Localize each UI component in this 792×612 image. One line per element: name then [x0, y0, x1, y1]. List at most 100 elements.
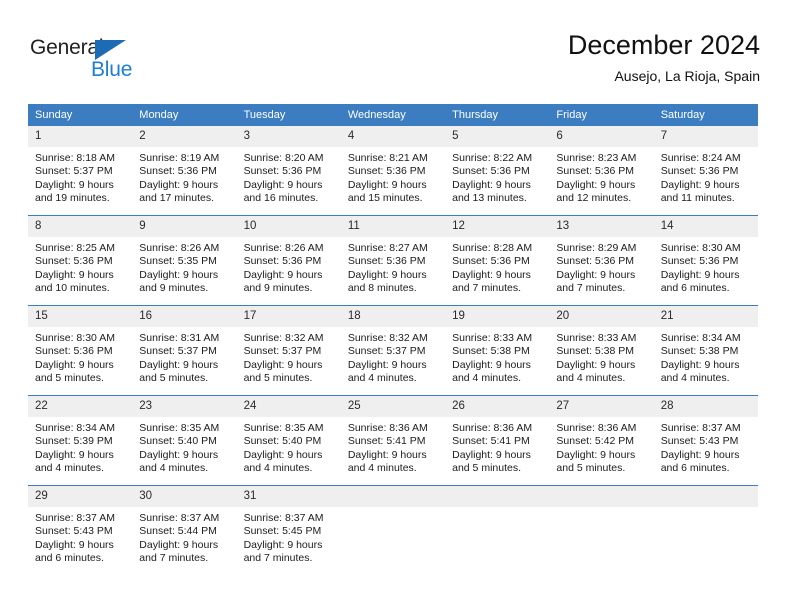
day-cell-empty: [653, 485, 758, 575]
sunrise-text: Sunrise: 8:29 AM: [556, 242, 637, 254]
day-cell[interactable]: 31 Sunrise: 8:37 AM Sunset: 5:45 PM Dayligh…: [236, 485, 341, 575]
daylight-text-line1: Daylight: 9 hours: [347, 358, 427, 371]
day-details: [654, 507, 758, 575]
weekday-header-tuesday: Tuesday: [236, 104, 341, 126]
calendar-header-row: Sunday Monday Tuesday Wednesday Thursday…: [28, 104, 758, 126]
day-number: 3: [236, 126, 341, 147]
day-cell[interactable]: 18 Sunrise: 8:32 AM Sunset: 5:37 PM Dayligh…: [340, 305, 446, 396]
daylight-text-line1: Daylight: 9 hours: [139, 178, 219, 191]
day-cell[interactable]: 10 Sunrise: 8:26 AM Sunset: 5:36 PM Dayligh…: [236, 215, 341, 306]
daylight-text-line1: Daylight: 9 hours: [139, 538, 219, 551]
day-cell[interactable]: 5 Sunrise: 8:22 AM Sunset: 5:36 PM Daylight…: [445, 126, 550, 216]
sunset-text: Sunset: 5:42 PM: [556, 435, 635, 448]
daylight-text-line2: and 4 minutes.: [347, 462, 417, 475]
general-blue-logo[interactable]: General Blue: [30, 36, 230, 94]
day-cell[interactable]: 24 Sunrise: 8:35 AM Sunset: 5:40 PM Dayligh…: [236, 395, 341, 486]
day-cell[interactable]: 22 Sunrise: 8:34 AM Sunset: 5:39 PM Dayligh…: [28, 395, 133, 486]
daylight-text-line1: Daylight: 9 hours: [556, 268, 636, 281]
day-cell[interactable]: 3 Sunrise: 8:20 AM Sunset: 5:36 PM Daylight…: [236, 126, 341, 216]
day-details: Sunrise: 8:23 AM Sunset: 5:36 PM Daylight:…: [549, 147, 653, 215]
day-number: 15: [28, 306, 133, 327]
calendar-body: 1 Sunrise: 8:18 AM Sunset: 5:37 PM Daylight…: [28, 126, 758, 575]
day-cell[interactable]: 2 Sunrise: 8:19 AM Sunset: 5:36 PM Daylight…: [132, 126, 237, 216]
daylight-text-line2: and 5 minutes.: [139, 372, 209, 385]
day-cell[interactable]: 29 Sunrise: 8:37 AM Sunset: 5:43 PM Dayligh…: [28, 485, 133, 575]
day-cell[interactable]: 11 Sunrise: 8:27 AM Sunset: 5:36 PM Dayligh…: [340, 215, 446, 306]
day-cell[interactable]: 21 Sunrise: 8:34 AM Sunset: 5:38 PM Dayligh…: [653, 305, 758, 396]
day-cell[interactable]: 8 Sunrise: 8:25 AM Sunset: 5:36 PM Daylight…: [28, 215, 133, 306]
day-cell[interactable]: 12 Sunrise: 8:28 AM Sunset: 5:36 PM Dayligh…: [445, 215, 550, 306]
daylight-text-line1: Daylight: 9 hours: [35, 358, 114, 371]
day-cell[interactable]: 6 Sunrise: 8:23 AM Sunset: 5:36 PM Daylight…: [549, 126, 654, 216]
day-details: Sunrise: 8:37 AM Sunset: 5:45 PM Daylight:…: [237, 507, 341, 575]
daylight-text-line1: Daylight: 9 hours: [243, 448, 323, 461]
sunset-text: Sunset: 5:37 PM: [139, 345, 217, 358]
sunset-text: Sunset: 5:38 PM: [556, 345, 635, 358]
sunset-text: Sunset: 5:36 PM: [347, 165, 426, 178]
daylight-text-line2: and 10 minutes.: [35, 282, 110, 295]
day-cell[interactable]: 1 Sunrise: 8:18 AM Sunset: 5:37 PM Daylight…: [28, 126, 133, 216]
calendar-page: General Blue December 2024 Ausejo, La Ri…: [0, 0, 792, 612]
day-number: 27: [549, 396, 654, 417]
sunset-text: Sunset: 5:41 PM: [347, 435, 426, 448]
day-details: [445, 507, 549, 575]
sunrise-text: Sunrise: 8:26 AM: [139, 242, 220, 254]
day-details: Sunrise: 8:34 AM Sunset: 5:39 PM Daylight:…: [28, 417, 132, 485]
day-number: 20: [549, 306, 654, 327]
day-cell[interactable]: 16 Sunrise: 8:31 AM Sunset: 5:37 PM Dayligh…: [132, 305, 237, 396]
day-cell[interactable]: 28 Sunrise: 8:37 AM Sunset: 5:43 PM Dayligh…: [653, 395, 758, 486]
daylight-text-line2: and 6 minutes.: [35, 552, 104, 565]
daylight-text-line1: Daylight: 9 hours: [243, 358, 323, 371]
weekday-header-monday: Monday: [132, 104, 237, 126]
sunrise-text: Sunrise: 8:37 AM: [243, 512, 324, 524]
sunset-text: Sunset: 5:36 PM: [243, 255, 322, 268]
sunrise-text: Sunrise: 8:26 AM: [243, 242, 324, 254]
sunrise-text: Sunrise: 8:25 AM: [35, 242, 115, 254]
sunset-text: Sunset: 5:37 PM: [243, 345, 322, 358]
daylight-text-line2: and 16 minutes.: [243, 192, 319, 205]
day-number: 23: [132, 396, 237, 417]
day-number: 11: [340, 216, 446, 237]
day-number: 16: [132, 306, 237, 327]
daylight-text-line2: and 6 minutes.: [660, 282, 730, 295]
day-cell[interactable]: 27 Sunrise: 8:36 AM Sunset: 5:42 PM Dayligh…: [549, 395, 654, 486]
sunrise-text: Sunrise: 8:36 AM: [347, 422, 428, 434]
day-cell[interactable]: 25 Sunrise: 8:36 AM Sunset: 5:41 PM Dayligh…: [340, 395, 446, 486]
day-cell[interactable]: 13 Sunrise: 8:29 AM Sunset: 5:36 PM Dayligh…: [549, 215, 654, 306]
daylight-text-line1: Daylight: 9 hours: [139, 358, 219, 371]
daylight-text-line1: Daylight: 9 hours: [660, 358, 740, 371]
day-cell[interactable]: 14 Sunrise: 8:30 AM Sunset: 5:36 PM Dayligh…: [653, 215, 758, 306]
day-details: Sunrise: 8:19 AM Sunset: 5:36 PM Daylight:…: [132, 147, 236, 215]
day-number: 13: [549, 216, 654, 237]
daylight-text-line1: Daylight: 9 hours: [35, 268, 114, 281]
daylight-text-line2: and 5 minutes.: [243, 372, 313, 385]
day-number: 26: [445, 396, 550, 417]
sunrise-text: Sunrise: 8:37 AM: [35, 512, 115, 524]
day-cell[interactable]: 23 Sunrise: 8:35 AM Sunset: 5:40 PM Dayligh…: [132, 395, 237, 486]
daylight-text-line2: and 19 minutes.: [35, 192, 110, 205]
day-number: 22: [28, 396, 133, 417]
day-cell[interactable]: 17 Sunrise: 8:32 AM Sunset: 5:37 PM Dayligh…: [236, 305, 341, 396]
daylight-text-line2: and 17 minutes.: [139, 192, 214, 205]
day-details: Sunrise: 8:25 AM Sunset: 5:36 PM Daylight:…: [28, 237, 132, 305]
day-cell[interactable]: 20 Sunrise: 8:33 AM Sunset: 5:38 PM Dayligh…: [549, 305, 654, 396]
day-details: Sunrise: 8:26 AM Sunset: 5:36 PM Daylight:…: [237, 237, 341, 305]
day-cell[interactable]: 19 Sunrise: 8:33 AM Sunset: 5:38 PM Dayligh…: [445, 305, 550, 396]
day-details: Sunrise: 8:37 AM Sunset: 5:44 PM Daylight:…: [132, 507, 236, 575]
daylight-text-line1: Daylight: 9 hours: [243, 268, 323, 281]
daylight-text-line2: and 4 minutes.: [243, 462, 313, 475]
daylight-text-line2: and 5 minutes.: [35, 372, 104, 385]
sunrise-text: Sunrise: 8:32 AM: [243, 332, 324, 344]
day-cell[interactable]: 7 Sunrise: 8:24 AM Sunset: 5:36 PM Daylight…: [653, 126, 758, 216]
sunset-text: Sunset: 5:43 PM: [35, 525, 113, 538]
daylight-text-line1: Daylight: 9 hours: [452, 448, 531, 461]
sunrise-text: Sunrise: 8:34 AM: [35, 422, 115, 434]
day-cell[interactable]: 4 Sunrise: 8:21 AM Sunset: 5:36 PM Daylight…: [340, 126, 446, 216]
daylight-text-line2: and 4 minutes.: [556, 372, 626, 385]
day-cell[interactable]: 30 Sunrise: 8:37 AM Sunset: 5:44 PM Dayligh…: [132, 485, 237, 575]
day-cell[interactable]: 15 Sunrise: 8:30 AM Sunset: 5:36 PM Dayligh…: [28, 305, 133, 396]
daylight-text-line2: and 7 minutes.: [556, 282, 626, 295]
day-cell[interactable]: 9 Sunrise: 8:26 AM Sunset: 5:35 PM Daylight…: [132, 215, 237, 306]
day-number: 9: [132, 216, 237, 237]
day-cell[interactable]: 26 Sunrise: 8:36 AM Sunset: 5:41 PM Dayligh…: [445, 395, 550, 486]
